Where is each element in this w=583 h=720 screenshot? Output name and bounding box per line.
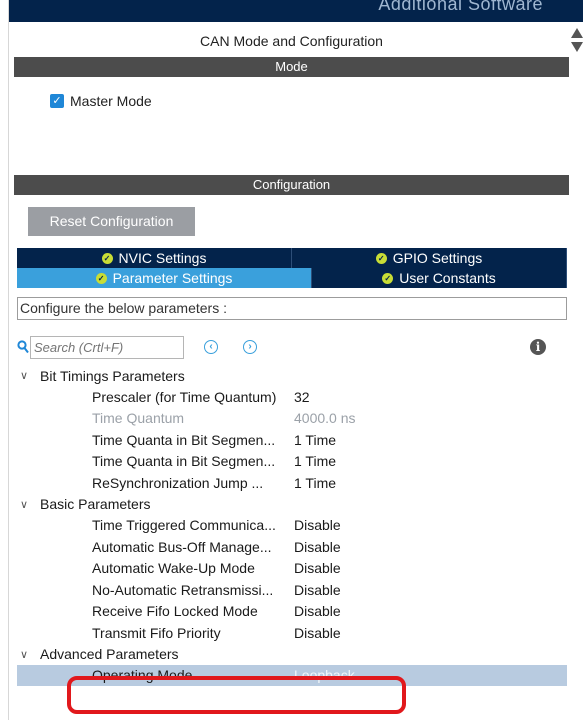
- check-ok-icon: ✓: [95, 272, 107, 284]
- param-name: Automatic Bus-Off Manage...: [92, 538, 272, 555]
- tab-label: GPIO Settings: [392, 250, 483, 266]
- param-row[interactable]: Automatic Wake-Up Mode Disable: [17, 558, 567, 580]
- param-value[interactable]: Disable: [294, 560, 341, 576]
- param-value[interactable]: 1 Time: [294, 432, 336, 448]
- param-row[interactable]: Prescaler (for Time Quantum) 32: [17, 386, 567, 408]
- group-label: Basic Parameters: [40, 496, 151, 512]
- param-name: Time Quanta in Bit Segmen...: [92, 453, 276, 470]
- param-row[interactable]: ReSynchronization Jump ... 1 Time: [17, 472, 567, 494]
- param-value[interactable]: Disable: [294, 582, 341, 598]
- param-name: Time Triggered Communica...: [92, 517, 276, 534]
- chevron-down-icon[interactable]: ∨: [20, 498, 34, 511]
- mode-section-header: Mode: [14, 57, 569, 77]
- param-row[interactable]: Time Quantum 4000.0 ns: [17, 408, 567, 430]
- param-row[interactable]: Time Triggered Communica... Disable: [17, 515, 567, 537]
- master-mode-option[interactable]: ✓ Master Mode: [50, 93, 152, 109]
- param-row[interactable]: Automatic Bus-Off Manage... Disable: [17, 536, 567, 558]
- param-value[interactable]: Disable: [294, 517, 341, 533]
- group-advanced-parameters[interactable]: ∨ Advanced Parameters: [17, 644, 567, 665]
- param-name: Receive Fifo Locked Mode: [92, 603, 258, 620]
- additional-software-label[interactable]: Additional Software: [378, 0, 543, 15]
- panel-title: CAN Mode and Configuration: [200, 33, 383, 49]
- configuration-section-header: Configuration: [14, 175, 569, 195]
- tab-user-constants[interactable]: ✓ User Constants: [312, 268, 567, 288]
- parameters-description: Configure the below parameters :: [17, 297, 567, 320]
- param-value[interactable]: 1 Time: [294, 453, 336, 469]
- param-name: Time Quanta in Bit Segmen...: [92, 431, 276, 448]
- panel-collapse-handle[interactable]: [569, 22, 583, 720]
- search-input[interactable]: [30, 336, 184, 359]
- param-row[interactable]: No-Automatic Retransmissi... Disable: [17, 579, 567, 601]
- param-value[interactable]: 32: [294, 389, 310, 405]
- collapse-up-icon[interactable]: [571, 28, 583, 38]
- master-mode-label: Master Mode: [70, 93, 152, 109]
- left-edge: [0, 0, 9, 720]
- group-basic-parameters[interactable]: ∨ Basic Parameters: [17, 494, 567, 515]
- param-name: Automatic Wake-Up Mode: [92, 560, 255, 577]
- tab-label: Parameter Settings: [112, 270, 233, 286]
- param-row[interactable]: Time Quanta in Bit Segmen... 1 Time: [17, 429, 567, 451]
- param-value[interactable]: Disable: [294, 603, 341, 619]
- tab-label: NVIC Settings: [118, 250, 207, 266]
- param-value[interactable]: Disable: [294, 539, 341, 555]
- param-name: ReSynchronization Jump ...: [92, 474, 264, 491]
- highlight-annotation: [67, 676, 406, 714]
- tab-label: User Constants: [399, 270, 496, 286]
- settings-tabs: ✓ NVIC Settings ✓ GPIO Settings ✓ Parame…: [17, 248, 567, 288]
- check-ok-icon: ✓: [382, 272, 394, 284]
- reset-configuration-button[interactable]: Reset Configuration: [28, 207, 195, 236]
- param-row[interactable]: Receive Fifo Locked Mode Disable: [17, 601, 567, 623]
- param-value[interactable]: 1 Time: [294, 475, 336, 491]
- param-name: Time Quantum: [92, 410, 185, 427]
- parameter-tree: ∨ Bit Timings Parameters Prescaler (for …: [17, 365, 567, 686]
- top-bar: Additional Software: [0, 0, 583, 22]
- collapse-down-icon[interactable]: [571, 42, 583, 52]
- param-value: 4000.0 ns: [294, 410, 356, 427]
- search-toolbar: ‹ › i: [17, 336, 567, 360]
- param-value[interactable]: Disable: [294, 625, 341, 641]
- tab-parameter-settings[interactable]: ✓ Parameter Settings: [17, 268, 312, 288]
- check-ok-icon: ✓: [375, 252, 387, 264]
- chevron-down-icon[interactable]: ∨: [20, 648, 34, 661]
- master-mode-checkbox[interactable]: ✓: [50, 94, 64, 108]
- tab-nvic-settings[interactable]: ✓ NVIC Settings: [17, 248, 292, 268]
- info-icon[interactable]: i: [530, 339, 546, 355]
- next-match-icon[interactable]: ›: [243, 340, 257, 354]
- tab-gpio-settings[interactable]: ✓ GPIO Settings: [292, 248, 567, 268]
- group-bit-timings[interactable]: ∨ Bit Timings Parameters: [17, 365, 567, 386]
- param-row[interactable]: Time Quanta in Bit Segmen... 1 Time: [17, 451, 567, 473]
- group-label: Bit Timings Parameters: [40, 367, 185, 384]
- tab-row-1: ✓ NVIC Settings ✓ GPIO Settings: [17, 248, 567, 268]
- tab-row-2: ✓ Parameter Settings ✓ User Constants: [17, 268, 567, 288]
- chevron-down-icon[interactable]: ∨: [20, 369, 34, 382]
- param-name: Transmit Fifo Priority: [92, 624, 221, 641]
- param-row[interactable]: Transmit Fifo Priority Disable: [17, 622, 567, 644]
- search-icon[interactable]: [17, 340, 29, 354]
- mode-section: ✓ Master Mode: [14, 77, 569, 175]
- check-ok-icon: ✓: [101, 252, 113, 264]
- param-name: No-Automatic Retransmissi...: [92, 581, 274, 598]
- previous-match-icon[interactable]: ‹: [204, 340, 218, 354]
- group-label: Advanced Parameters: [40, 646, 179, 662]
- param-name: Prescaler (for Time Quantum): [92, 388, 277, 405]
